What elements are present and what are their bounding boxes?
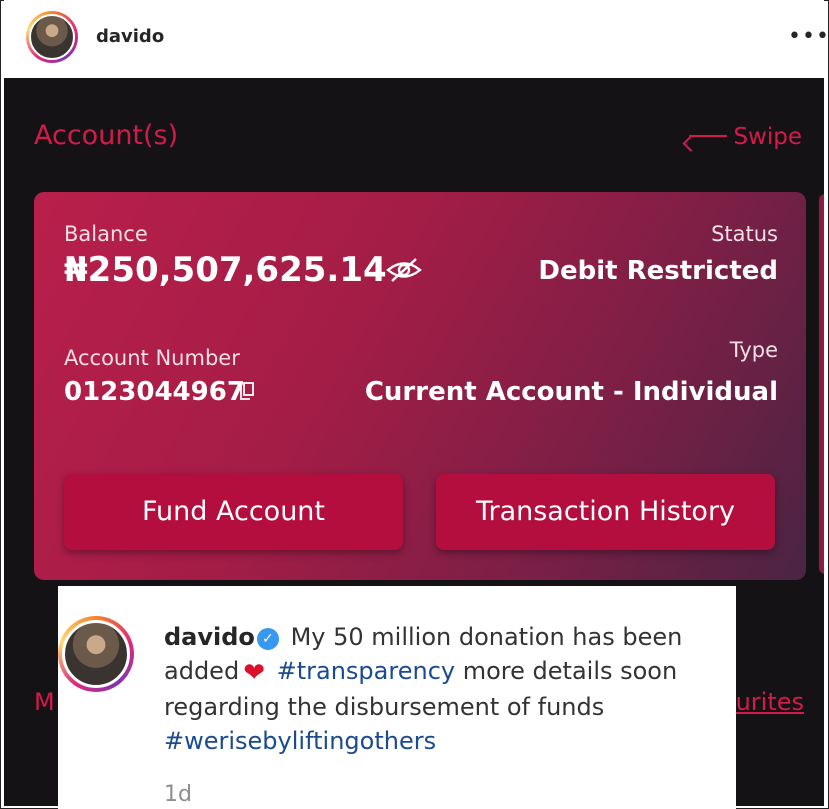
red-heart-icon: ❤ bbox=[243, 658, 265, 688]
balance-label: Balance bbox=[64, 222, 148, 246]
verified-badge-icon: ✓ bbox=[256, 628, 279, 650]
fund-account-button[interactable]: Fund Account bbox=[64, 474, 403, 550]
status-value: Debit Restricted bbox=[538, 256, 778, 286]
profile-avatar[interactable] bbox=[26, 11, 78, 63]
hashtag-werisebyliftingothers[interactable]: #werisebyliftingothers bbox=[164, 727, 436, 755]
type-value: Current Account - Individual bbox=[364, 377, 778, 407]
account-card: Balance ₦250,507,625.14 Status Debit Res… bbox=[34, 192, 806, 580]
post-header: davido ••• bbox=[4, 0, 829, 78]
hashtag-transparency[interactable]: #transparency bbox=[277, 657, 455, 685]
caption-timestamp: 1d bbox=[164, 782, 192, 807]
transaction-history-button[interactable]: Transaction History bbox=[436, 474, 775, 550]
balance-value: ₦250,507,625.14 bbox=[64, 250, 387, 290]
account-number-label: Account Number bbox=[64, 346, 240, 370]
account-number-value: 0123044967 bbox=[64, 377, 245, 407]
post-username[interactable]: davido bbox=[96, 26, 164, 47]
next-card-edge bbox=[819, 194, 824, 574]
type-label: Type bbox=[729, 338, 778, 362]
left-arrow-icon bbox=[689, 135, 728, 137]
caption-text: davido ✓ My 50 million donation has been … bbox=[164, 620, 724, 758]
caption-overlay: davido ✓ My 50 million donation has been … bbox=[58, 586, 736, 809]
caption-avatar[interactable] bbox=[58, 616, 134, 692]
copy-icon[interactable] bbox=[240, 382, 254, 400]
accounts-title: Account(s) bbox=[34, 120, 179, 151]
swipe-hint[interactable]: Swipe bbox=[689, 124, 802, 150]
hide-balance-icon[interactable] bbox=[386, 257, 422, 283]
more-options-icon[interactable]: ••• bbox=[788, 24, 829, 49]
caption-username[interactable]: davido bbox=[164, 623, 255, 651]
section-heading-partial: M bbox=[34, 688, 55, 716]
status-label: Status bbox=[711, 222, 778, 246]
